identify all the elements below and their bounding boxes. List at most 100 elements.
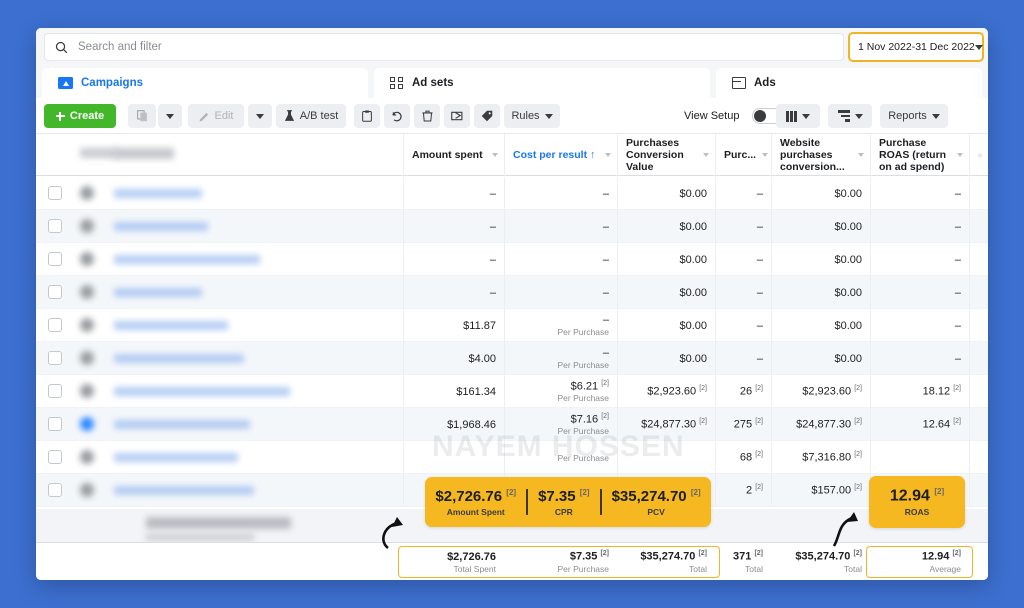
table-row[interactable]: – – $0.00 – $0.00 – — [36, 177, 988, 210]
row-checkbox[interactable] — [48, 252, 62, 266]
row-status-toggle[interactable] — [80, 285, 94, 299]
column-header-cost_per_result[interactable]: Cost per result ↑ — [504, 134, 617, 176]
action-toolbar: Create Edit A/B test Rules View Setup Re… — [36, 98, 988, 134]
row-checkbox[interactable] — [48, 285, 62, 299]
row-checkbox[interactable] — [48, 483, 62, 497]
callout-pcv-value: $35,274.70 [2] — [611, 487, 701, 505]
table-row[interactable]: $4.00– Per Purchase $0.00– $0.00– — [36, 342, 988, 375]
cell-empty — [969, 375, 988, 408]
cell-amount_spent: – — [403, 177, 504, 210]
duplicate-button[interactable] — [128, 104, 156, 128]
edit-button[interactable]: Edit — [188, 104, 244, 128]
tag-button[interactable] — [474, 104, 500, 128]
table-row[interactable]: – – $0.00 – $0.00 – — [36, 276, 988, 309]
table-row[interactable]: $161.34 $6.21 [2] Per Purchase $2,923.60 [2… — [36, 375, 988, 408]
undo-button[interactable] — [384, 104, 410, 128]
breakdown-icon — [837, 110, 850, 122]
row-checkbox[interactable] — [48, 351, 62, 365]
cell-website_purchases_conversion: $0.00 — [771, 210, 870, 243]
campaign-name-blurred[interactable] — [114, 288, 202, 297]
duplicate-dropdown-button[interactable] — [158, 104, 182, 128]
chevron-down-icon[interactable] — [605, 153, 611, 157]
date-range-picker[interactable]: 1 Nov 2022-31 Dec 2022 — [848, 32, 984, 62]
cell-value: $2,923.60 [2] — [802, 385, 862, 398]
row-checkbox[interactable] — [48, 186, 62, 200]
export-button[interactable] — [444, 104, 470, 128]
column-header-label: Purchases Conversion Value — [626, 137, 684, 173]
row-status-toggle[interactable] — [80, 384, 94, 398]
total-sublabel: Average — [929, 563, 961, 574]
add-column-button[interactable] — [969, 134, 988, 176]
campaign-name-blurred[interactable] — [114, 420, 250, 429]
column-header-amount_spent[interactable]: Amount spent — [403, 134, 504, 176]
cell-amount_spent: $11.87 — [403, 309, 504, 342]
duplicate-icon — [136, 110, 147, 122]
campaign-name-blurred[interactable] — [114, 321, 228, 330]
cell-value: $0.00 — [679, 319, 707, 332]
cell-sublabel: Per Purchase — [557, 426, 610, 437]
delete-button[interactable] — [414, 104, 440, 128]
cell-website_purchases_conversion: $7,316.80 [2] — [771, 441, 870, 474]
cell-website_purchases_conversion: $0.00 — [771, 309, 870, 342]
tab-ads[interactable]: Ads — [716, 68, 982, 98]
row-status-toggle[interactable] — [80, 351, 94, 365]
campaign-name-blurred[interactable] — [114, 453, 238, 462]
edit-dropdown-button[interactable] — [248, 104, 272, 128]
cell-purchases: 275 [2] — [715, 408, 771, 441]
table-row[interactable]: $11.87– Per Purchase $0.00– $0.00– — [36, 309, 988, 342]
cell-empty — [969, 342, 988, 375]
cell-purchases_conversion_value: $0.00 — [617, 342, 715, 375]
column-header-purchases[interactable]: Purc... — [715, 134, 771, 176]
row-status-toggle[interactable] — [80, 417, 94, 431]
table-row[interactable]: – – $0.00 – $0.00 – — [36, 243, 988, 276]
columns-button[interactable] — [776, 104, 820, 128]
row-status-toggle[interactable] — [80, 483, 94, 497]
campaign-name-blurred[interactable] — [114, 354, 244, 363]
plus-circle-icon — [978, 153, 982, 157]
row-checkbox[interactable] — [48, 219, 62, 233]
chevron-down-icon[interactable] — [858, 153, 864, 157]
row-status-toggle[interactable] — [80, 186, 94, 200]
cell-value: $24,877.30 [2] — [796, 418, 862, 431]
chevron-down-icon[interactable] — [762, 153, 769, 157]
row-status-toggle[interactable] — [80, 252, 94, 266]
reports-label: Reports — [888, 110, 927, 122]
row-status-toggle[interactable] — [80, 450, 94, 464]
row-status-toggle[interactable] — [80, 318, 94, 332]
row-checkbox[interactable] — [48, 417, 62, 431]
ab-test-button[interactable]: A/B test — [276, 104, 346, 128]
column-header-website_purchases_conversion[interactable]: Website purchases conversion... — [771, 134, 870, 176]
row-status-toggle[interactable] — [80, 219, 94, 233]
campaign-name-blurred[interactable] — [114, 189, 202, 198]
cell-website_purchases_conversion: $24,877.30 [2] — [771, 408, 870, 441]
chevron-down-icon[interactable] — [957, 153, 963, 157]
clipboard-button[interactable] — [354, 104, 380, 128]
search-input[interactable]: Search and filter — [44, 33, 844, 61]
cell-value: – — [954, 220, 961, 233]
column-header-purchase_roas[interactable]: Purchase ROAS (return on ad spend) — [870, 134, 969, 176]
table-row[interactable]: – – $0.00 – $0.00 – — [36, 210, 988, 243]
cell-purchases: 68 [2] — [715, 441, 771, 474]
edit-icon — [199, 112, 208, 121]
cell-value: $0.00 — [834, 286, 862, 299]
tab-adsets[interactable]: Ad sets — [374, 68, 710, 98]
campaign-name-blurred[interactable] — [114, 255, 260, 264]
column-header-purchases_conversion_value[interactable]: Purchases Conversion Value — [617, 134, 715, 176]
total-amount_spent: $2,726.76 Total Spent — [403, 543, 504, 580]
table-row[interactable]: Per Purchase 68 [2] $7,316.80 [2] — [36, 441, 988, 474]
row-checkbox[interactable] — [48, 384, 62, 398]
campaign-name-blurred[interactable] — [114, 486, 254, 495]
row-checkbox[interactable] — [48, 318, 62, 332]
campaign-name-blurred[interactable] — [114, 222, 208, 231]
row-checkbox[interactable] — [48, 450, 62, 464]
reports-button[interactable]: Reports — [880, 104, 948, 128]
table-row[interactable]: $1,968.46 $7.16 [2] Per Purchase $24,877.30… — [36, 408, 988, 441]
create-button[interactable]: Create — [44, 104, 116, 128]
rules-button[interactable]: Rules — [504, 104, 560, 128]
chevron-down-icon[interactable] — [703, 153, 709, 157]
tab-campaigns[interactable]: Campaigns — [42, 68, 368, 98]
breakdown-button[interactable] — [828, 104, 872, 128]
chevron-down-icon[interactable] — [492, 153, 498, 157]
campaign-name-blurred[interactable] — [114, 387, 290, 396]
total-value: 371 [2] — [733, 550, 763, 563]
